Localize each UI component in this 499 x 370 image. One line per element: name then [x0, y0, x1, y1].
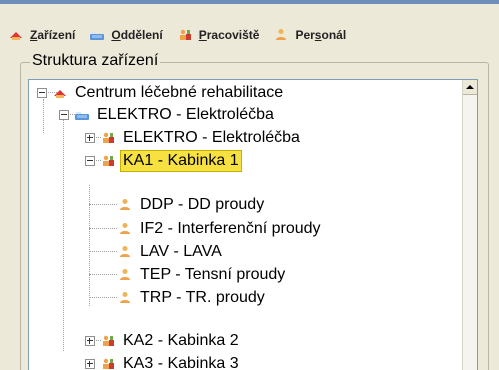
tree-connector-child-1 [89, 204, 117, 205]
collapse-toggle[interactable] [85, 156, 95, 166]
toolbar: Zařízení Oddělení Pracoviště Personál [8, 24, 346, 46]
tree-node-trp[interactable]: TRP - TR. proudy [117, 287, 267, 309]
tree-node-elektro-department[interactable]: ELEKTRO - Elektroléčba [59, 104, 276, 126]
tree-node-label: KA3 - Kabinka 3 [123, 355, 239, 370]
tree-node-tep[interactable]: TEP - Tensní proudy [117, 264, 287, 286]
tree-node-label: TRP - TR. proudy [140, 289, 265, 306]
person-icon [120, 246, 130, 257]
tree-node-ddp[interactable]: DDP - DD proudy [117, 194, 266, 216]
tree-node-label: DDP - DD proudy [140, 196, 265, 213]
scroll-up-button[interactable] [463, 80, 477, 95]
structure-tree[interactable]: Centrum léčebné rehabilitace ELEKTRO - E… [28, 79, 478, 370]
person-icon [120, 223, 130, 234]
tree-connector-child-3 [89, 251, 117, 252]
tree-node-label: IF2 - Interferenční proudy [140, 220, 321, 237]
tree-node-label: ELEKTRO - Elektroléčba [97, 106, 274, 123]
department-icon [75, 112, 89, 120]
tree-node-if2[interactable]: IF2 - Interferenční proudy [117, 218, 323, 240]
center-icon [54, 90, 66, 98]
device-icon [10, 32, 22, 40]
tree-connector-child-5 [89, 297, 117, 298]
person-icon [120, 269, 130, 280]
person-icon [120, 292, 130, 303]
expand-toggle[interactable] [85, 133, 95, 143]
toolbar-pracoviste-label: Pracoviště [198, 28, 260, 42]
tree-node-label: Centrum léčebné rehabilitace [75, 84, 284, 101]
tree-connector-child-4 [89, 274, 117, 275]
toolbar-pracoviste-button[interactable]: Pracoviště [177, 27, 260, 43]
window-top-edge [0, 0, 499, 4]
tree-connector-child-2 [89, 228, 117, 229]
toolbar-oddeleni-button[interactable]: Oddělení [89, 27, 163, 43]
workplace-icon [103, 155, 114, 166]
tree-node-elektro-workplace[interactable]: ELEKTRO - Elektroléčba [85, 127, 302, 149]
expand-toggle[interactable] [85, 359, 95, 369]
vertical-scrollbar[interactable] [462, 80, 477, 370]
workplace-icon [103, 335, 114, 346]
application-window: Zařízení Oddělení Pracoviště Personál St… [0, 0, 499, 370]
tree-node-ka1[interactable]: KA1 - Kabinka 1 [85, 150, 242, 172]
person-icon [276, 29, 287, 40]
tree-node-center[interactable]: Centrum léčebné rehabilitace [37, 82, 285, 104]
person-icon [120, 199, 130, 210]
tree-node-label: LAV - LAVA [140, 243, 222, 260]
collapse-toggle[interactable] [59, 110, 69, 120]
toolbar-oddeleni-label: Oddělení [111, 28, 163, 42]
toolbar-personal-button[interactable]: Personál [273, 27, 346, 43]
structure-title: Struktura zařízení [30, 52, 161, 70]
workplace-icon [179, 29, 191, 40]
tree-node-lav[interactable]: LAV - LAVA [117, 241, 224, 263]
toolbar-zarizeni-label: Zařízení [30, 28, 76, 42]
tree-node-label: TEP - Tensní proudy [140, 266, 286, 283]
expand-toggle[interactable] [85, 336, 95, 346]
tree-connector-department [63, 116, 64, 351]
toolbar-zarizeni-button[interactable]: Zařízení [8, 27, 75, 43]
collapse-toggle[interactable] [37, 88, 47, 98]
workplace-icon [103, 132, 114, 143]
tree-connector-root [43, 99, 44, 133]
tree-node-label: ELEKTRO - Elektroléčba [123, 129, 300, 146]
department-icon [90, 32, 105, 40]
tree-node-label: KA1 - Kabinka 1 [120, 150, 242, 172]
toolbar-personal-label: Personál [295, 28, 347, 42]
tree-node-label: KA2 - Kabinka 2 [123, 332, 239, 349]
workplace-icon [103, 358, 114, 369]
tree-node-ka2[interactable]: KA2 - Kabinka 2 [85, 330, 241, 352]
tree-node-ka3[interactable]: KA3 - Kabinka 3 [85, 353, 241, 370]
